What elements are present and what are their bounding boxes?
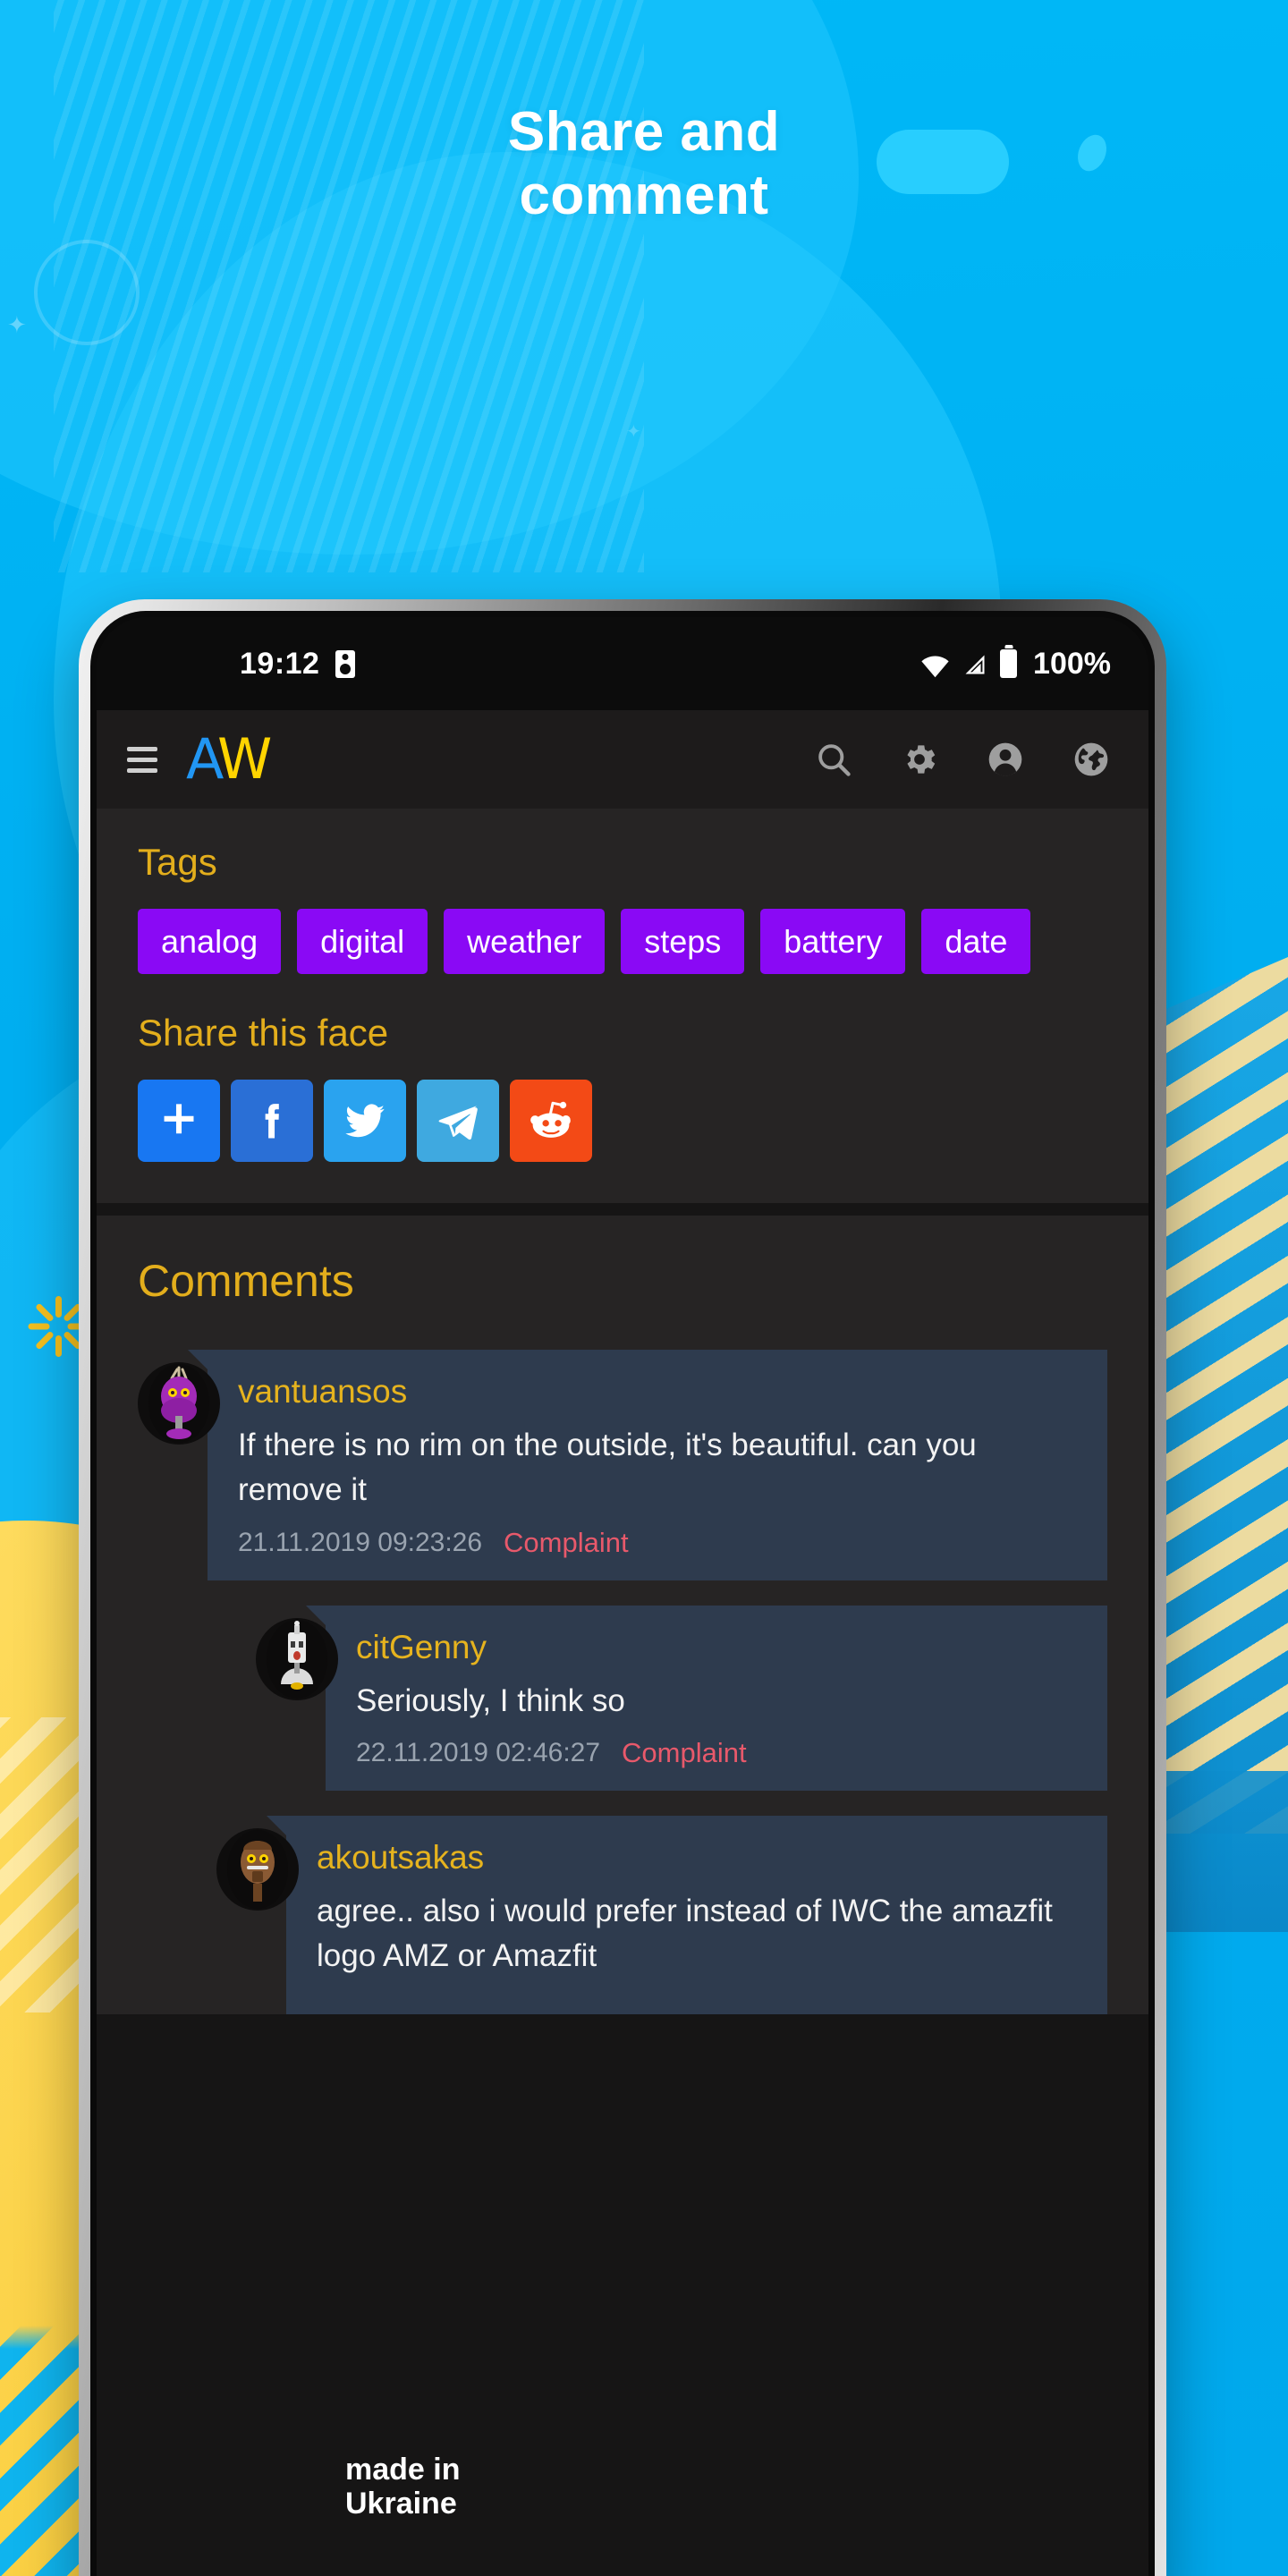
comment-username[interactable]: citGenny <box>356 1629 1080 1666</box>
comment-text: Seriously, I think so <box>356 1682 625 1718</box>
comment-text: agree.. also i would prefer instead of I… <box>317 1894 1053 1974</box>
promo-screenshot: ✦ ✦ Share and comment 19:12 100% AW Tags… <box>0 0 1288 2576</box>
page-content[interactable]: Tags analog digital weather steps batter… <box>97 809 1148 2576</box>
account-icon[interactable] <box>986 740 1025 779</box>
status-time: 19:12 <box>240 646 320 681</box>
tag-chip[interactable]: steps <box>621 909 745 975</box>
status-bar: 19:12 100% <box>97 617 1148 710</box>
battery-percent: 100% <box>1033 646 1111 681</box>
comments-title: Comments <box>138 1256 354 1307</box>
comment-bubble: vantuansos If there is no rim on the out… <box>188 1350 1107 1580</box>
share-button-row <box>138 1080 1107 1163</box>
facebook-icon <box>265 1104 279 1139</box>
comment-date: 22.11.2019 02:46:27 <box>356 1738 601 1768</box>
comment-username[interactable]: akoutsakas <box>317 1839 1080 1877</box>
ukraine-flag-icon <box>270 2457 329 2516</box>
comments-card: Comments vantuansos If there is no rim o… <box>97 1216 1148 2014</box>
badge-line-1: made in <box>345 2452 461 2487</box>
comment-item: vantuansos If there is no rim on the out… <box>138 1350 1107 1580</box>
tag-chip[interactable]: battery <box>760 909 906 975</box>
app-logo[interactable]: AW <box>186 732 272 787</box>
gear-icon[interactable] <box>900 740 939 779</box>
telegram-icon <box>438 1106 478 1140</box>
promo-headline: Share and comment <box>0 100 1288 228</box>
made-in-ukraine-text: made in Ukraine <box>345 2453 460 2521</box>
complaint-link[interactable]: Complaint <box>622 1737 747 1769</box>
app-toolbar: AW <box>97 710 1148 809</box>
comment-username[interactable]: vantuansos <box>238 1373 1080 1411</box>
speaker-icon <box>335 649 356 678</box>
tags-title: Tags <box>138 841 217 883</box>
headline-line-2: comment <box>519 165 769 227</box>
logo-letter-w: W <box>217 726 272 792</box>
comment-bubble: akoutsakas agree.. also i would prefer i… <box>267 1816 1107 2014</box>
signal-icon <box>962 652 987 675</box>
phone-bezel: 19:12 100% AW Tags analog digital weathe… <box>90 611 1155 2576</box>
comment-meta: 22.11.2019 02:46:27 Complaint <box>356 1737 1080 1769</box>
phone-screen: 19:12 100% AW Tags analog digital weathe… <box>97 617 1148 2576</box>
twitter-icon <box>345 1104 385 1138</box>
tag-chip[interactable]: date <box>921 909 1031 975</box>
comment-date: 21.11.2019 09:23:26 <box>238 1527 483 1557</box>
toolbar-actions <box>814 740 1111 779</box>
hamburger-menu-icon[interactable] <box>127 746 157 773</box>
tag-list: analog digital weather steps battery dat… <box>138 909 1107 975</box>
status-bar-right: 100% <box>920 647 1111 682</box>
comment-bubble: citGenny Seriously, I think so 22.11.201… <box>306 1605 1107 1792</box>
share-more-button[interactable] <box>138 1080 220 1163</box>
tag-chip[interactable]: digital <box>297 909 428 975</box>
globe-icon[interactable] <box>1072 740 1111 779</box>
status-bar-left: 19:12 <box>134 647 920 682</box>
avatar[interactable] <box>138 1362 220 1445</box>
plus-icon <box>164 1104 194 1134</box>
comment-meta: 21.11.2019 09:23:26 Complaint <box>238 1527 1080 1559</box>
battery-icon <box>1000 649 1018 678</box>
background-ring-icon <box>34 240 140 345</box>
comment-item: akoutsakas agree.. also i would prefer i… <box>138 1816 1107 2014</box>
facebook-button[interactable] <box>231 1080 313 1163</box>
logo-letter-a: A <box>186 726 221 792</box>
sparkle-icon-small: ✦ <box>7 311 27 338</box>
telegram-button[interactable] <box>417 1080 499 1163</box>
tag-chip[interactable]: weather <box>444 909 606 975</box>
headline-line-1: Share and <box>507 101 781 163</box>
comment-text: If there is no rim on the outside, it's … <box>238 1428 977 1508</box>
twitter-button[interactable] <box>324 1080 406 1163</box>
badge-line-2: Ukraine <box>345 2486 457 2521</box>
avatar[interactable] <box>216 1828 299 1911</box>
tags-share-card: Tags analog digital weather steps batter… <box>97 809 1148 1204</box>
sparkle-icon-small-2: ✦ <box>626 422 641 442</box>
reddit-icon <box>530 1102 571 1139</box>
wifi-icon <box>920 652 950 678</box>
tag-chip[interactable]: analog <box>138 909 282 975</box>
reddit-button[interactable] <box>510 1080 592 1163</box>
background-hatch-top-left <box>54 0 644 572</box>
avatar[interactable] <box>256 1617 338 1700</box>
made-in-ukraine-badge: made in Ukraine <box>270 2453 460 2521</box>
share-title: Share this face <box>138 1012 389 1055</box>
search-icon[interactable] <box>814 740 853 779</box>
phone-mockup: 19:12 100% AW Tags analog digital weathe… <box>79 599 1166 2576</box>
complaint-link[interactable]: Complaint <box>504 1527 629 1559</box>
comment-item: citGenny Seriously, I think so 22.11.201… <box>138 1605 1107 1792</box>
